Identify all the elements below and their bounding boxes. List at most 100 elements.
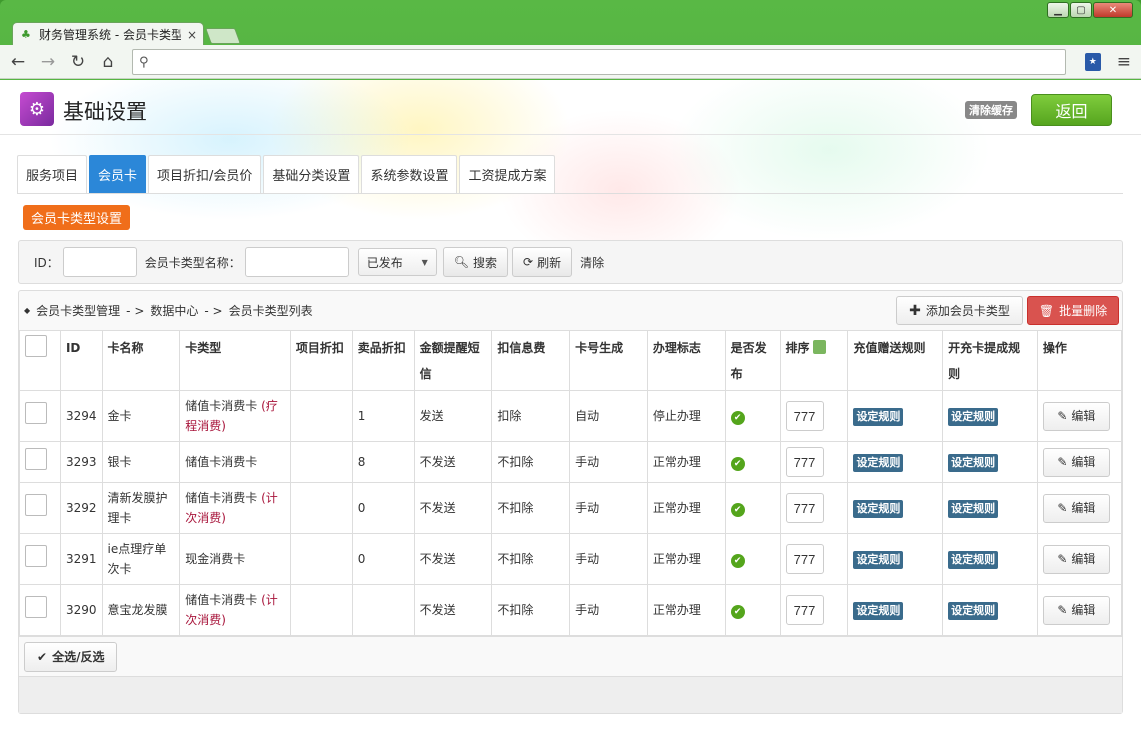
sms-cell: 不发送	[413, 441, 493, 483]
clear-cache-button[interactable]: 清除缓存	[965, 101, 1017, 119]
back-button[interactable]: 返回	[1031, 94, 1112, 126]
tab-discount[interactable]: 项目折扣/会员价	[148, 155, 262, 193]
sort-input[interactable]	[785, 401, 824, 431]
commission-rule-button[interactable]: 设定规则	[948, 551, 999, 569]
add-card-type-label: 添加会员卡类型	[925, 304, 1010, 318]
column-header: 卡名称	[101, 330, 181, 391]
card-type-settings-button[interactable]: 会员卡类型设置	[23, 205, 131, 230]
column-header: 项目折扣	[289, 330, 353, 391]
recharge-rule-button[interactable]: 设定规则	[853, 408, 904, 426]
edit-button[interactable]: ✎ 编辑	[1042, 447, 1110, 477]
browser-window: ▁ ▢ ✕ ♣ 财务管理系统 - 会员卡类型 × ← → ↻ ⌂ ⚲ ★ ≡ ⚙…	[0, 0, 1141, 732]
column-header: 是否发布	[724, 330, 781, 391]
row-checkbox[interactable]	[25, 494, 47, 516]
id-input[interactable]	[62, 247, 137, 277]
select-all-checkbox[interactable]	[25, 335, 47, 357]
recharge-rule-button[interactable]: 设定规则	[853, 602, 904, 620]
commission-rule-button[interactable]: 设定规则	[948, 602, 999, 620]
row-checkbox[interactable]	[25, 545, 47, 567]
published-check-icon[interactable]: ✔	[730, 411, 745, 425]
search-icon: 🔍︎	[453, 255, 470, 269]
edit-button[interactable]: ✎ 编辑	[1042, 595, 1110, 625]
commission-rule-button[interactable]: 设定规则	[948, 500, 999, 518]
new-tab-button[interactable]	[205, 28, 241, 44]
card-name-cell: 清新发膜护理卡	[101, 482, 181, 534]
menu-icon[interactable]: ≡	[1117, 52, 1131, 72]
action-cell: ✎ 编辑	[1036, 441, 1123, 483]
sort-input[interactable]	[785, 595, 824, 625]
id-cell: 3292	[59, 482, 103, 534]
tab-commission[interactable]: 工资提成方案	[459, 155, 556, 193]
row-checkbox[interactable]	[25, 448, 47, 470]
edit-button[interactable]: ✎ 编辑	[1042, 493, 1110, 523]
published-check-icon[interactable]: ✔	[730, 554, 745, 568]
edit-label: 编辑	[1071, 409, 1096, 423]
edit-button[interactable]: ✎ 编辑	[1042, 544, 1110, 574]
sort-cell	[779, 584, 849, 636]
tab-system-params[interactable]: 系统参数设置	[361, 155, 458, 193]
address-bar[interactable]: ⚲	[132, 49, 1066, 75]
sort-cell	[779, 533, 849, 585]
recharge-rule-button[interactable]: 设定规则	[853, 551, 904, 569]
tab-member-card[interactable]: 会员卡	[89, 155, 147, 193]
edit-button[interactable]: ✎ 编辑	[1042, 401, 1110, 431]
card-type-name-label: 会员卡类型名称：	[144, 255, 241, 270]
reload-icon[interactable]: ↻	[68, 52, 88, 72]
card-type-name-input[interactable]	[244, 247, 349, 277]
forward-arrow-icon[interactable]: →	[38, 52, 58, 72]
maximize-button[interactable]: ▢	[1070, 2, 1092, 18]
fee-cell: 不扣除	[491, 584, 571, 636]
card-name-cell: ie点理疗单次卡	[101, 533, 181, 585]
sms-cell: 不发送	[413, 482, 493, 534]
card-number-gen-cell: 手动	[569, 482, 648, 534]
refresh-button[interactable]: ⟳ 刷新	[512, 247, 573, 277]
tab-service-items[interactable]: 服务项目	[17, 155, 88, 193]
table-row: 3291ie点理疗单次卡现金消费卡 0不发送不扣除手动正常办理 ✔ 设定规则 设定规则…	[19, 533, 1123, 585]
edit-label: 编辑	[1071, 603, 1096, 617]
table-row: 3293银卡储值卡消费卡 8不发送不扣除手动正常办理 ✔ 设定规则 设定规则 ✎编辑	[19, 441, 1123, 483]
published-check-icon[interactable]: ✔	[730, 503, 745, 517]
status-select-value: 已发布	[366, 255, 403, 270]
commission-rule-button[interactable]: 设定规则	[948, 454, 999, 472]
recharge-rule-button[interactable]: 设定规则	[853, 500, 904, 518]
breadcrumb-item[interactable]: 会员卡类型列表	[229, 302, 313, 319]
sort-input[interactable]	[785, 447, 824, 477]
item-discount-cell	[289, 390, 353, 442]
status-select[interactable]: 已发布 ▼	[357, 248, 437, 276]
close-window-button[interactable]: ✕	[1093, 2, 1133, 18]
clear-link[interactable]: 清除	[580, 254, 604, 271]
batch-delete-button[interactable]: 🗑︎ 批量删除	[1027, 296, 1119, 325]
breadcrumb-separator: - >	[126, 303, 145, 318]
row-checkbox[interactable]	[25, 596, 47, 618]
add-card-type-button[interactable]: ✚ 添加会员卡类型	[896, 296, 1023, 325]
browser-tab[interactable]: ♣ 财务管理系统 - 会员卡类型 ×	[12, 22, 204, 46]
sms-cell: 不发送	[413, 533, 493, 585]
sort-input[interactable]	[785, 493, 824, 523]
commission-rule-button[interactable]: 设定规则	[948, 408, 999, 426]
breadcrumb-item[interactable]: 数据中心	[150, 302, 198, 319]
back-arrow-icon[interactable]: ←	[8, 52, 28, 72]
url-input[interactable]	[154, 55, 1065, 69]
minimize-button[interactable]: ▁	[1047, 2, 1069, 18]
select-all-button[interactable]: ✔ 全选/反选	[24, 641, 118, 672]
edit-label: 编辑	[1071, 501, 1096, 515]
bookmark-icon[interactable]: ★	[1084, 53, 1101, 71]
breadcrumb-item[interactable]: 会员卡类型管理	[36, 302, 120, 319]
row-checkbox[interactable]	[25, 402, 47, 424]
goods-discount-cell: 8	[351, 441, 415, 483]
tab-close-icon[interactable]: ×	[187, 28, 197, 42]
home-icon[interactable]: ⌂	[98, 52, 118, 72]
published-check-icon[interactable]: ✔	[730, 457, 745, 471]
card-number-gen-cell: 手动	[569, 441, 648, 483]
goods-discount-cell: 0	[351, 482, 415, 534]
bullet-icon: ◆	[24, 306, 31, 315]
handle-flag-cell: 正常办理	[646, 584, 726, 636]
sort-input[interactable]	[785, 544, 824, 574]
recharge-rule-button[interactable]: 设定规则	[853, 454, 904, 472]
save-sort-icon[interactable]	[812, 339, 826, 354]
tab-category[interactable]: 基础分类设置	[263, 155, 360, 193]
published-check-icon[interactable]: ✔	[730, 605, 745, 619]
card-type-text: 储值卡消费卡	[185, 593, 258, 607]
search-button[interactable]: 🔍︎ 搜索	[442, 247, 509, 277]
id-label: ID：	[34, 255, 59, 270]
